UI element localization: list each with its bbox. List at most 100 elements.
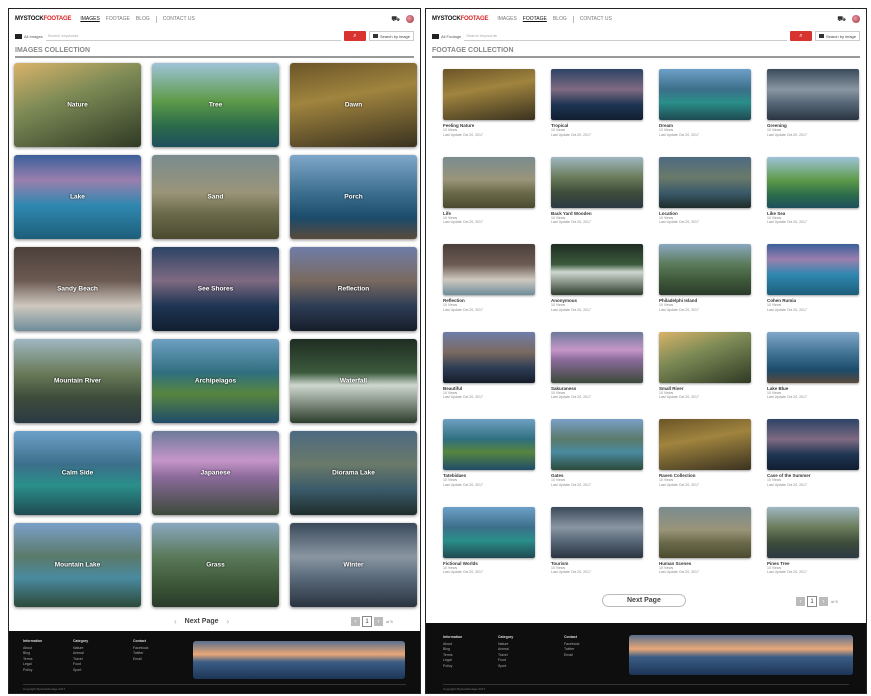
image-tile[interactable]: Japanese (152, 431, 279, 515)
footage-thumbnail[interactable] (659, 331, 751, 383)
prev-arrow-icon[interactable]: ‹ (174, 617, 177, 626)
footer-link[interactable]: Sport (73, 668, 88, 674)
footage-card[interactable]: Philadelphi Island 10 Views Last Update Oc… (659, 244, 751, 312)
footage-card[interactable]: Feeling Nature 10 Views Last Update Oct 20… (443, 69, 535, 137)
image-tile[interactable]: Porch (290, 155, 417, 239)
footage-thumbnail[interactable] (551, 244, 643, 295)
footage-card[interactable]: Greening 10 Views Last Update Oct 20, 2017 (767, 69, 859, 137)
page-number-input[interactable]: 1 (807, 596, 817, 607)
image-tile[interactable]: Sand (152, 155, 279, 239)
footage-thumbnail[interactable] (659, 244, 751, 295)
footage-thumbnail[interactable] (659, 419, 751, 470)
image-tile[interactable]: Grass (152, 523, 279, 607)
footage-card[interactable]: Lake Blue 10 Views Last Update Oct 20, 201… (767, 331, 859, 400)
footage-card[interactable]: Case of the Summer 10 Views Last Update Oc… (767, 419, 859, 487)
footer-link[interactable]: Email (564, 653, 579, 659)
footage-card[interactable]: Dream 10 Views Last Update Oct 20, 2017 (659, 69, 751, 137)
image-tile[interactable]: Mountain Lake (14, 523, 141, 607)
footage-card[interactable]: Like Sea 10 Views Last Update Oct 20, 2017 (767, 156, 859, 225)
visual-search-button[interactable]: Search by image (368, 31, 414, 41)
footage-card[interactable]: Pines Tree 10 Views Last Update Oct 20, 20… (767, 506, 859, 575)
footage-thumbnail[interactable] (767, 244, 859, 295)
footage-thumbnail[interactable] (443, 156, 535, 208)
nav-footage[interactable]: FOOTAGE (106, 16, 130, 22)
footage-thumbnail[interactable] (443, 419, 535, 470)
nav-images[interactable]: IMAGES (497, 16, 516, 22)
image-tile[interactable]: Dawn (290, 63, 417, 147)
footage-card[interactable]: Fictional Worlds 10 Views Last Update Oct … (443, 506, 535, 575)
footage-card[interactable]: Cohen Rumia 10 Views Last Update Oct 20, 2… (767, 244, 859, 312)
image-tile[interactable]: Nature (14, 63, 141, 147)
search-button[interactable]: ⌕ (343, 31, 366, 41)
footage-card[interactable]: Tatebidaes 10 Views Last Update Oct 20, 20… (443, 419, 535, 487)
footage-card[interactable]: Back Yard Wooden 10 Views Last Update Oct … (551, 156, 643, 225)
footage-thumbnail[interactable] (551, 69, 643, 120)
search-input[interactable]: Search keywords (464, 32, 787, 41)
footage-thumbnail[interactable] (551, 506, 643, 558)
footage-thumbnail[interactable] (551, 156, 643, 208)
footage-card[interactable]: Sakuraness 10 Views Last Update Oct 20, 20… (551, 331, 643, 400)
image-tile[interactable]: Mountain River (14, 339, 141, 423)
footage-thumbnail[interactable] (551, 419, 643, 470)
image-tile[interactable]: Archipelagos (152, 339, 279, 423)
image-tile[interactable]: Tree (152, 63, 279, 147)
footage-card[interactable]: Gates 10 Views Last Update Oct 20, 2017 (551, 419, 643, 487)
next-page-button[interactable]: Next Page (181, 618, 223, 625)
footage-thumbnail[interactable] (659, 69, 751, 120)
image-tile[interactable]: See Shores (152, 247, 279, 331)
nav-blog[interactable]: BLOG (136, 16, 150, 22)
logo[interactable]: MYSTOCKFOOTAGE (15, 16, 72, 22)
visual-search-button[interactable]: Search by image (814, 31, 860, 41)
nav-footage[interactable]: FOOTAGE (523, 16, 547, 22)
nav-contact[interactable]: CONTACT US (163, 16, 195, 22)
image-tile[interactable]: Waterfall (290, 339, 417, 423)
nav-blog[interactable]: BLOG (553, 16, 567, 22)
footer-link[interactable]: Policy (23, 668, 42, 674)
nav-images[interactable]: IMAGES (80, 16, 99, 22)
next-arrow-icon[interactable]: › (227, 617, 230, 626)
cart-icon[interactable]: ⛟ (837, 15, 846, 24)
page-prev-button[interactable]: ‹ (796, 597, 805, 606)
search-input[interactable]: Search keywords (45, 32, 341, 41)
footage-thumbnail[interactable] (767, 69, 859, 120)
footage-thumbnail[interactable] (659, 156, 751, 208)
footer-link[interactable]: Email (133, 657, 148, 663)
footer-link[interactable]: Policy (443, 664, 462, 670)
footage-card[interactable]: Human Scenes 10 Views Last Update Oct 20, … (659, 506, 751, 575)
search-type-select[interactable]: All Images (15, 33, 43, 39)
footage-thumbnail[interactable] (443, 244, 535, 295)
footage-card[interactable]: Tropical 10 Views Last Update Oct 20, 2017 (551, 69, 643, 137)
page-next-button[interactable]: › (819, 597, 828, 606)
footage-card[interactable]: Location 10 Views Last Update Oct 20, 2017 (659, 156, 751, 225)
footage-thumbnail[interactable] (443, 69, 535, 120)
page-number-input[interactable]: 1 (362, 616, 372, 627)
logo[interactable]: MYSTOCKFOOTAGE (432, 16, 489, 22)
footage-thumbnail[interactable] (443, 506, 535, 558)
image-tile[interactable]: Sandy Beach (14, 247, 141, 331)
footage-card[interactable]: Small River 10 Views Last Update Oct 20, 2… (659, 331, 751, 400)
image-tile[interactable]: Lake (14, 155, 141, 239)
footage-card[interactable]: Tourism 10 Views Last Update Oct 20, 2017 (551, 506, 643, 575)
footage-thumbnail[interactable] (443, 331, 535, 383)
footer-link[interactable]: Sport (498, 664, 513, 670)
footage-card[interactable]: Beautiful 10 Views Last Update Oct 20, 201… (443, 331, 535, 400)
footage-card[interactable]: Raven Collection 10 Views Last Update Oct … (659, 419, 751, 487)
search-button[interactable]: ⌕ (789, 31, 812, 41)
page-next-button[interactable]: › (374, 617, 383, 626)
footage-thumbnail[interactable] (767, 156, 859, 208)
image-tile[interactable]: Winter (290, 523, 417, 607)
avatar[interactable] (406, 15, 414, 23)
image-tile[interactable]: Reflection (290, 247, 417, 331)
footage-thumbnail[interactable] (767, 506, 859, 558)
footage-card[interactable]: Life 10 Views Last Update Oct 20, 2017 (443, 156, 535, 225)
nav-contact[interactable]: CONTACT US (580, 16, 612, 22)
page-prev-button[interactable]: ‹ (351, 617, 360, 626)
footage-thumbnail[interactable] (551, 331, 643, 383)
cart-icon[interactable]: ⛟ (391, 15, 400, 24)
next-page-button[interactable]: Next Page (602, 594, 686, 607)
avatar[interactable] (852, 15, 860, 23)
footage-thumbnail[interactable] (659, 506, 751, 558)
footage-thumbnail[interactable] (767, 419, 859, 470)
search-type-select[interactable]: All Footage (432, 33, 461, 39)
image-tile[interactable]: Calm Side (14, 431, 141, 515)
